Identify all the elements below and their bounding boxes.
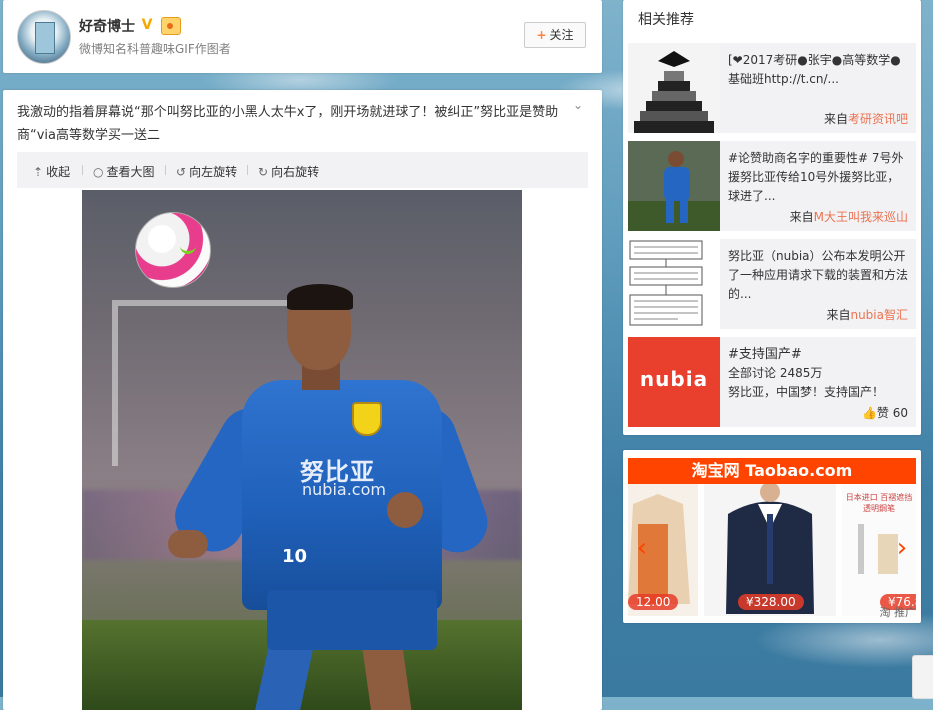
view-large-button[interactable]: ○ 查看大图 (93, 163, 155, 180)
source-prefix: 来自 (826, 308, 851, 322)
post-photo[interactable]: 努比亚 nubia.com 10 (82, 190, 522, 710)
chevron-right-icon[interactable]: › (890, 530, 914, 566)
nubia-logo[interactable]: nubia (628, 337, 720, 427)
player-hair (287, 284, 353, 310)
ad-footer[interactable]: 淘 推广 (880, 604, 917, 620)
recommend-text[interactable]: #论赞助商名字的重要性# 7号外援努比亚传给10号外援努比亚，球进了... (728, 149, 910, 206)
view-large-label: 查看大图 (106, 165, 155, 179)
collapse-button[interactable]: ⇡ 收起 (33, 163, 70, 180)
jersey-sponsor-en: nubia.com (302, 480, 386, 499)
avatar[interactable] (17, 10, 71, 64)
profile-card: 好奇博士 V 微博知名科普趣味GIF作图者 + 关注 (3, 0, 602, 73)
club-crest-icon (352, 402, 382, 436)
ad-price[interactable]: 12.00 (628, 594, 679, 610)
collapse-label: 收起 (46, 165, 71, 179)
floating-side-button[interactable] (912, 655, 933, 699)
toolbar-divider (82, 165, 83, 175)
profile-name[interactable]: 好奇博士 (79, 16, 135, 36)
recommend-title: 相关推荐 (638, 12, 694, 28)
player-hand-right (387, 492, 423, 528)
player-shorts (267, 590, 437, 650)
topic-title[interactable]: #支持国产# (728, 345, 910, 364)
source-prefix: 来自 (789, 210, 814, 224)
rotate-right-icon: ↻ (258, 165, 269, 179)
level-badge-icon[interactable] (161, 17, 181, 35)
recommend-source: 来自M大王叫我来巡山 (790, 208, 908, 225)
recommend-text[interactable]: 努比亚（nubia）公布本发明公开了一种应用请求下载的装置和方法的... (728, 247, 910, 304)
verified-icon[interactable]: V (139, 17, 155, 33)
post-card: 我激动的指着屏幕说“那个叫努比亚的小黑人太牛x了，刚开场就进球了！被纠正”努比亚… (3, 90, 602, 710)
plus-icon: + (536, 28, 547, 42)
stairs-thumbnail[interactable] (628, 43, 720, 133)
ad-price[interactable]: ¥328.00 (738, 594, 804, 610)
nubia-logo-text: nubia (639, 367, 709, 391)
football-thumbnail[interactable] (628, 141, 720, 231)
chevron-down-icon[interactable]: ⌄ (573, 98, 587, 112)
rotate-right-button[interactable]: ↻ 向右旋转 (258, 163, 319, 180)
profile-description: 微博知名科普趣味GIF作图者 (79, 42, 231, 56)
taobao-ad-card[interactable]: 淘宝网 Taobao.com 日本进口 百褶遮挡透明鋼笔 ‹ › 12.00 ¥… (623, 450, 921, 623)
post-text: 我激动的指着屏幕说“那个叫努比亚的小黑人太牛x了，刚开场就进球了！被纠正”努比亚… (17, 105, 559, 143)
rotate-right-label: 向右旋转 (271, 165, 320, 179)
collapse-arrow-icon: ⇡ (33, 165, 44, 179)
topic-text: #支持国产# 全部讨论 2485万 努比亚，中国梦！支持国产！ (728, 345, 910, 402)
rotate-left-icon: ↺ (176, 165, 187, 179)
source-link[interactable]: M大王叫我来巡山 (814, 210, 908, 224)
football-icon (135, 212, 211, 288)
thumbs-up-icon: 👍 (861, 406, 877, 420)
source-link[interactable]: 考研资讯吧 (848, 112, 908, 126)
topic-body: 努比亚，中国梦！支持国产！ (728, 385, 885, 399)
player-hand-left (168, 530, 208, 558)
image-toolbar: ⇡ 收起 ○ 查看大图 ↺ 向左旋转 ↻ 向右旋转 (17, 152, 588, 188)
recommend-item[interactable]: 努比亚（nubia）公布本发明公开了一种应用请求下载的装置和方法的... 来自n… (628, 239, 916, 329)
rotate-left-label: 向左旋转 (189, 165, 238, 179)
like-count: 赞 60 (876, 406, 908, 420)
toolbar-divider (247, 165, 248, 175)
topic-discussion: 全部讨论 2485万 (728, 366, 823, 380)
flowchart-thumbnail[interactable] (628, 239, 720, 329)
chevron-left-icon[interactable]: ‹ (630, 530, 654, 566)
ad-thumb-text: 日本进口 百褶遮挡透明鋼笔 (845, 493, 913, 513)
recommend-card: 相关推荐 [❤2017考研●张宇●高等数学●基础班http://t.cn/...… (623, 0, 921, 435)
recommend-text[interactable]: [❤2017考研●张宇●高等数学●基础班http://t.cn/... (728, 51, 910, 89)
source-prefix: 来自 (823, 112, 848, 126)
follow-label: 关注 (549, 28, 574, 42)
follow-button[interactable]: + 关注 (524, 22, 586, 48)
taobao-header[interactable]: 淘宝网 Taobao.com (628, 458, 916, 484)
rotate-left-button[interactable]: ↺ 向左旋转 (176, 163, 237, 180)
recommend-item-topic[interactable]: nubia #支持国产# 全部讨论 2485万 努比亚，中国梦！支持国产！ 👍赞… (628, 337, 916, 427)
magnifier-icon: ○ (93, 165, 104, 179)
like-button[interactable]: 👍赞 60 (862, 404, 908, 421)
recommend-item[interactable]: #论赞助商名字的重要性# 7号外援努比亚传给10号外援努比亚，球进了... 来自… (628, 141, 916, 231)
source-link[interactable]: nubia智汇 (850, 308, 908, 322)
recommend-source: 来自考研资讯吧 (824, 110, 908, 127)
ad-carousel[interactable]: 日本进口 百褶遮挡透明鋼笔 ‹ › 12.00 ¥328.00 ¥76.8 (628, 484, 916, 616)
recommend-source: 来自nubia智汇 (826, 306, 908, 323)
recommend-item[interactable]: [❤2017考研●张宇●高等数学●基础班http://t.cn/... 来自考研… (628, 43, 916, 133)
jersey-number: 10 (282, 546, 308, 567)
toolbar-divider (165, 165, 166, 175)
